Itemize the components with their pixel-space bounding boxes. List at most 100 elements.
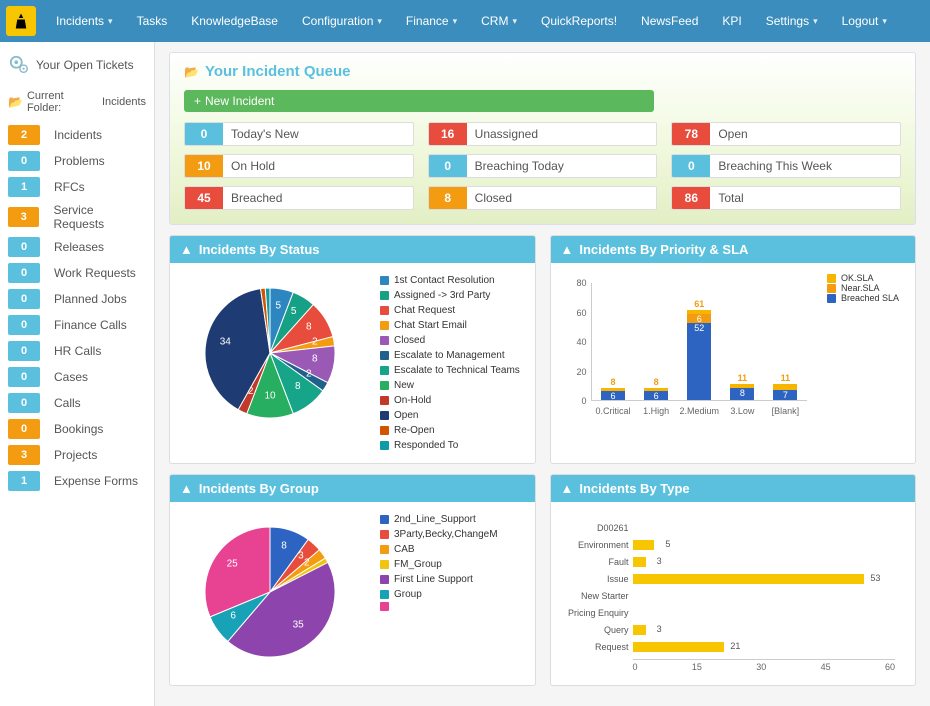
priority-legend: OK.SLANear.SLABreached SLA [827,273,905,423]
sidebar: Your Open Tickets Current Folder: Incide… [0,42,155,706]
stat-count: 45 [185,187,223,209]
panel-type: ▲Incidents By Type D00261Environment5Fau… [550,474,917,686]
chart-icon: ▲ [180,481,193,496]
stat-count: 86 [672,187,710,209]
nav-logout[interactable]: Logout▾ [832,4,897,38]
sidebar-item-service-requests[interactable]: 3Service Requests [0,200,154,234]
group-legend: 2nd_Line_Support3Party,Becky,ChangeMCABF… [380,512,498,675]
sidebar-item-expense-forms[interactable]: 1Expense Forms [0,468,154,494]
sidebar-item-calls[interactable]: 0 Calls [0,390,154,416]
stat-label: Breaching Today [467,155,657,177]
legend-swatch [380,426,389,435]
sidebar-item-bookings[interactable]: 0Bookings [0,416,154,442]
nav-settings[interactable]: Settings▾ [756,4,828,38]
sidebar-item-hr-calls[interactable]: 0 HR Calls [0,338,154,364]
sidebar-item-projects[interactable]: 3Projects [0,442,154,468]
sidebar-item-cases[interactable]: 0Cases [0,364,154,390]
nav-kpi[interactable]: KPI [712,4,751,38]
legend-swatch [380,441,389,450]
stat-breaching-this-week[interactable]: 0Breaching This Week [671,154,901,178]
chevron-down-icon: ▾ [882,16,887,27]
folder-open-icon [184,63,199,80]
svg-text:10: 10 [264,391,276,402]
stat-label: Open [710,123,900,145]
nav-tasks[interactable]: Tasks [127,4,178,38]
chart-icon: ▲ [561,481,574,496]
app-logo[interactable] [6,6,36,36]
sidebar-item-label: HR Calls [54,344,101,358]
count-badge: 0 [8,289,40,309]
legend-item: Escalate to Technical Teams [380,363,520,378]
count-badge: 0 [8,419,40,439]
stat-label: Closed [467,187,657,209]
sidebar-item-planned-jobs[interactable]: 0Planned Jobs [0,286,154,312]
stat-today-s-new[interactable]: 0Today's New [184,122,414,146]
nav-configuration[interactable]: Configuration▾ [292,4,392,38]
legend-swatch [380,575,389,584]
legend-swatch [380,276,389,285]
nav-incidents[interactable]: Incidents▾ [46,4,123,38]
sidebar-item-label: Releases [54,240,104,254]
svg-text:2: 2 [306,369,312,380]
count-badge: 0 [8,263,40,283]
stat-count: 10 [185,155,223,177]
stat-open[interactable]: 78Open [671,122,901,146]
chart-icon: ▲ [180,242,193,257]
stat-on-hold[interactable]: 10On Hold [184,154,414,178]
legend-item: CAB [380,542,498,557]
legend-item: Re-Open [380,423,520,438]
legend-item: Chat Start Email [380,318,520,333]
stat-total[interactable]: 86Total [671,186,901,210]
sidebar-item-rfcs[interactable]: 1RFCs [0,174,154,200]
priority-bar-chart: 020406080860.Critical861.High615262.Medi… [561,273,818,423]
count-badge: 0 [8,393,40,413]
stat-closed[interactable]: 8Closed [428,186,658,210]
nav-quickreports-[interactable]: QuickReports! [531,4,627,38]
nav-newsfeed[interactable]: NewsFeed [631,4,708,38]
svg-text:8: 8 [281,541,287,552]
stat-count: 0 [185,123,223,145]
svg-text:2: 2 [312,337,318,348]
chevron-down-icon: ▾ [813,16,818,27]
stat-label: Unassigned [467,123,657,145]
legend-swatch [380,321,389,330]
stat-unassigned[interactable]: 16Unassigned [428,122,658,146]
count-badge: 0 [8,367,40,387]
sidebar-item-incidents[interactable]: 2Incidents [0,122,154,148]
chevron-down-icon: ▾ [108,16,113,27]
chevron-down-icon: ▾ [453,16,458,27]
nav-knowledgebase[interactable]: KnowledgeBase [181,4,288,38]
legend-swatch [380,545,389,554]
stat-count: 16 [429,123,467,145]
hbar-row: New Starter [633,589,896,603]
legend-swatch [380,306,389,315]
legend-item: Closed [380,333,520,348]
stat-label: Total [710,187,900,209]
legend-item: First Line Support [380,572,498,587]
sidebar-item-problems[interactable]: 0 Problems [0,148,154,174]
sidebar-item-work-requests[interactable]: 0Work Requests [0,260,154,286]
stat-label: Breached [223,187,413,209]
stat-count: 0 [429,155,467,177]
stat-breached[interactable]: 45Breached [184,186,414,210]
new-incident-button[interactable]: + New Incident [184,90,654,112]
sidebar-item-finance-calls[interactable]: 0Finance Calls [0,312,154,338]
sidebar-item-label: Service Requests [53,203,146,231]
legend-swatch [380,411,389,420]
status-pie-chart: 558282810234 [180,273,370,433]
legend-item: Open [380,408,520,423]
count-badge: 0 [8,341,40,361]
nav-finance[interactable]: Finance▾ [396,4,467,38]
stat-breaching-today[interactable]: 0Breaching Today [428,154,658,178]
count-badge: 0 [8,151,40,171]
nav-crm[interactable]: CRM▾ [471,4,527,38]
legend-item: Assigned -> 3rd Party [380,288,520,303]
sidebar-item-label: Calls [54,396,81,410]
sidebar-item-releases[interactable]: 0Releases [0,234,154,260]
count-badge: 2 [8,125,40,145]
legend-swatch [380,530,389,539]
current-folder: Current Folder: Incidents [0,86,154,122]
sidebar-item-label: Problems [54,154,105,168]
svg-text:5: 5 [291,306,297,317]
sidebar-item-label: Expense Forms [54,474,138,488]
